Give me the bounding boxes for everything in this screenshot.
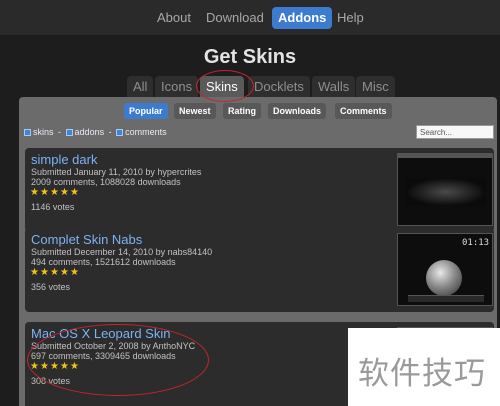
nav-addons[interactable]: Addons — [272, 7, 333, 29]
breadcrumb: skins - addons - comments — [24, 126, 167, 138]
breadcrumb-addons[interactable]: addons — [75, 127, 105, 137]
sort-comments[interactable]: Comments — [335, 103, 392, 119]
tab-icons[interactable]: Icons — [155, 76, 199, 98]
skin-thumbnail[interactable]: 01:13 — [397, 233, 493, 306]
highlight-circle-leopard — [27, 324, 209, 396]
star-icon: ★ — [60, 267, 69, 278]
breadcrumb-skins[interactable]: skins — [33, 127, 54, 137]
addons-icon — [65, 129, 73, 137]
tab-docklets[interactable]: Docklets — [248, 76, 310, 98]
nav-download[interactable]: Download — [201, 7, 269, 29]
stats-info: 2009 comments, 1088028 downloads — [31, 177, 181, 187]
stats-info: 494 comments, 1521612 downloads — [31, 257, 176, 267]
breadcrumb-separator: - — [58, 127, 62, 137]
rating-stars: ★ ★ ★ ★ ★ — [30, 188, 79, 199]
list-item: Complet Skin Nabs Submitted December 14,… — [25, 228, 494, 312]
tab-all[interactable]: All — [127, 76, 154, 98]
highlight-circle-skins — [196, 70, 254, 102]
breadcrumb-separator: - — [108, 127, 112, 137]
star-icon: ★ — [40, 187, 49, 198]
skins-icon — [24, 129, 31, 137]
skin-title-link[interactable]: simple dark — [31, 152, 97, 167]
star-icon: ★ — [30, 267, 39, 278]
top-nav: About Download Addons Help — [0, 0, 500, 36]
thumbnail-dock — [408, 295, 484, 302]
votes-count: 356 votes — [31, 282, 71, 292]
nav-about[interactable]: About — [152, 7, 196, 29]
skin-title-link[interactable]: Complet Skin Nabs — [31, 232, 142, 247]
list-item: simple dark Submitted January 11, 2010 b… — [25, 148, 494, 232]
star-icon: ★ — [50, 187, 59, 198]
nav-help[interactable]: Help — [332, 7, 369, 29]
watermark-text: 软件技巧 — [358, 356, 486, 392]
rating-stars: ★ ★ ★ ★ ★ — [30, 268, 79, 279]
watermark: 软件技巧 — [348, 328, 500, 406]
breadcrumb-comments[interactable]: comments — [125, 127, 167, 137]
skin-thumbnail[interactable] — [397, 153, 493, 226]
thumbnail-clock: 01:13 — [462, 238, 490, 248]
star-icon: ★ — [30, 187, 39, 198]
thumbnail-menubar — [398, 154, 492, 158]
star-icon: ★ — [40, 267, 49, 278]
submitted-info: Submitted December 14, 2010 by nabs84140 — [31, 247, 213, 257]
sort-popular[interactable]: Popular — [124, 103, 168, 119]
tab-walls[interactable]: Walls — [312, 76, 356, 98]
comments-icon — [116, 129, 124, 137]
sort-rating[interactable]: Rating — [223, 103, 261, 119]
submitted-info: Submitted January 11, 2010 by hypercrite… — [31, 167, 202, 177]
thumbnail-wallpaper — [406, 178, 486, 206]
search-input[interactable] — [416, 125, 494, 139]
star-icon: ★ — [70, 187, 79, 198]
star-icon: ★ — [60, 187, 69, 198]
page-title: Get Skins — [203, 46, 297, 68]
apple-logo-icon — [426, 260, 462, 296]
sort-newest[interactable]: Newest — [174, 103, 216, 119]
star-icon: ★ — [70, 267, 79, 278]
sort-downloads[interactable]: Downloads — [268, 103, 327, 119]
star-icon: ★ — [50, 267, 59, 278]
tab-misc[interactable]: Misc — [356, 76, 395, 98]
votes-count: 1146 votes — [31, 202, 75, 212]
